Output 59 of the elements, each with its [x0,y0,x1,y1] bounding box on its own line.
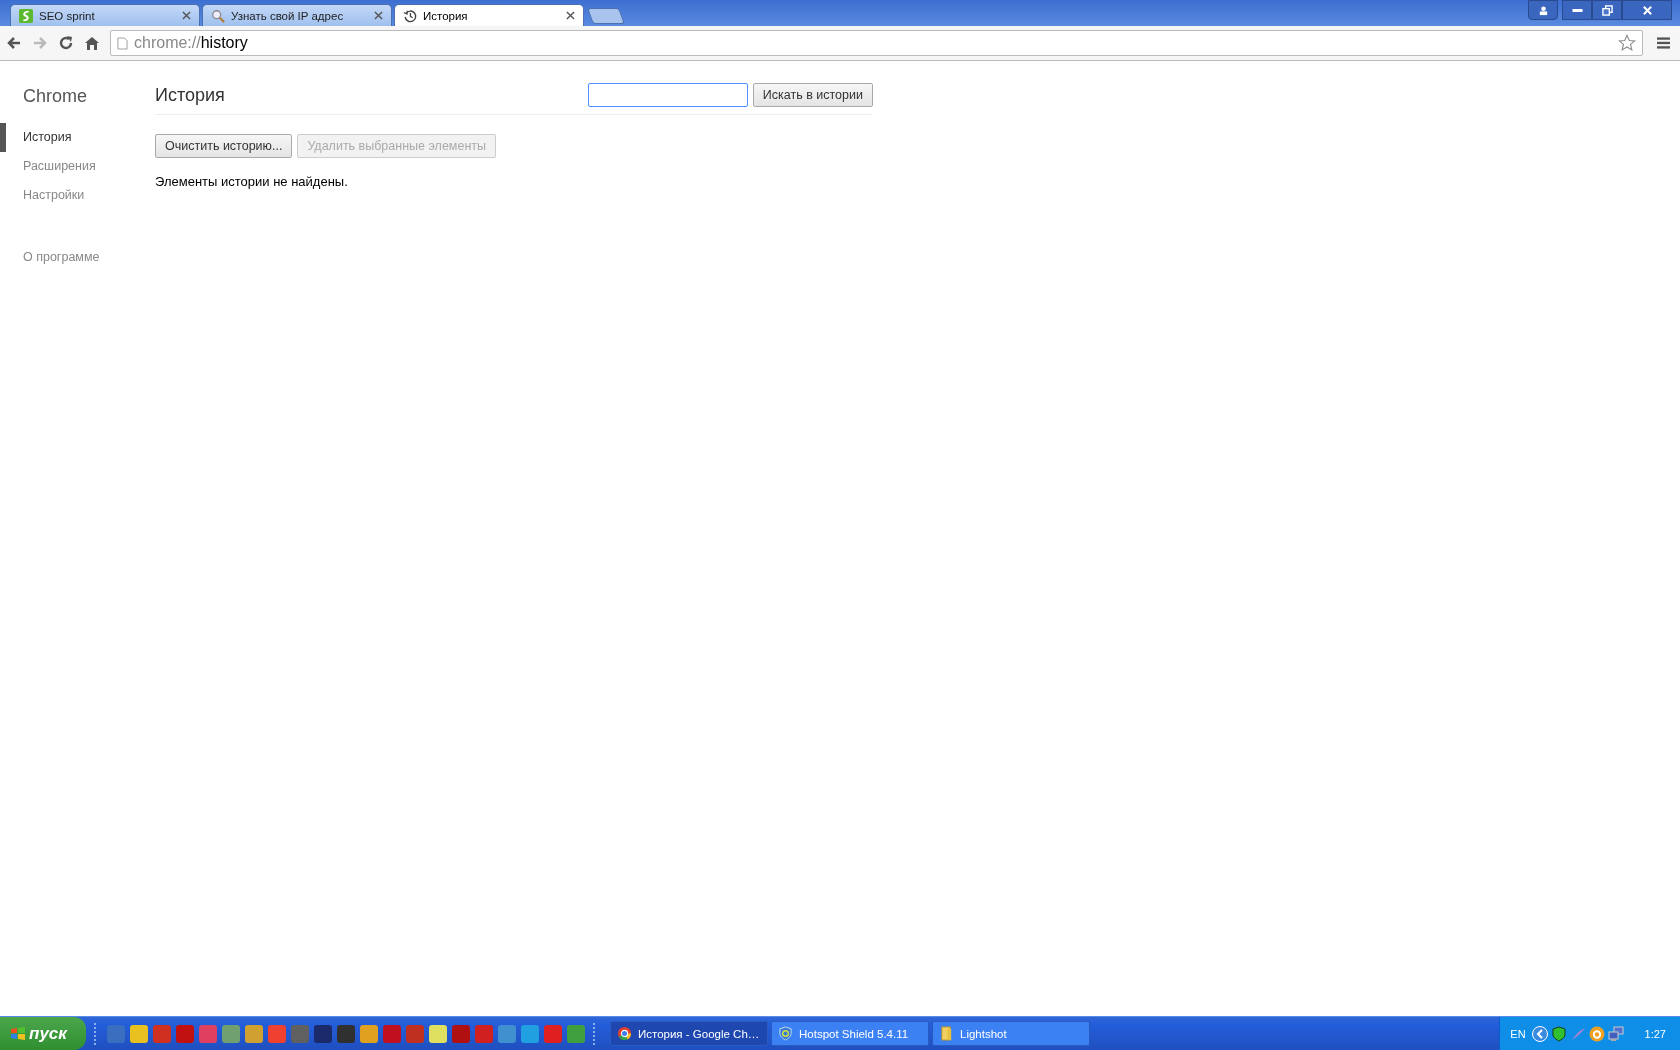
app-shortcut-icon[interactable] [222,1024,240,1043]
sidebar-title: Chrome [22,86,89,107]
app-shortcut-icon[interactable] [245,1024,263,1043]
back-arrow-icon[interactable] [6,35,22,51]
network-computers-icon[interactable] [1607,1025,1624,1042]
close-icon[interactable] [182,11,191,20]
windows-logo-icon [10,1025,26,1042]
taskbar-window-button[interactable]: Lightshot [932,1021,1090,1046]
search-field[interactable] [587,83,748,107]
app-shortcut-icon[interactable] [521,1024,539,1043]
app-shortcut-icon[interactable] [130,1024,148,1043]
minimize-icon [1571,8,1583,12]
reload-icon[interactable] [58,35,74,51]
home-icon[interactable] [84,35,100,51]
chevron-left-icon[interactable] [1531,1025,1548,1042]
url-text: chrome://history [134,34,249,52]
new-tab-button[interactable] [587,8,625,24]
browser-tab[interactable]: SEO sprint [10,4,200,26]
page-title: История [155,84,225,106]
browser-tab[interactable]: Узнать свой IP адрес [202,4,392,26]
clear-history-button[interactable]: Очистить историю... [155,134,293,158]
site-logo-icon [19,8,33,23]
profile-button[interactable] [1528,0,1558,20]
shield-icon [778,1026,793,1041]
restore-button[interactable] [1592,0,1622,20]
app-shortcut-icon[interactable] [567,1024,585,1043]
browser-tab[interactable]: История [394,4,584,26]
search-button[interactable]: Искать в истории [752,83,873,107]
app-shortcut-icon[interactable] [337,1024,355,1043]
search-icon [211,8,225,23]
sidebar-item[interactable]: Расширения [0,152,155,181]
app-shortcut-icon[interactable] [498,1024,516,1043]
about-link[interactable]: О программе [0,250,155,264]
history-icon [403,8,417,23]
browser-logo-icon [617,1026,632,1041]
shield-icon[interactable] [1550,1025,1567,1042]
page-icon [117,36,128,50]
sidebar-item[interactable]: Настройки [0,181,155,210]
folder-icon [939,1026,954,1041]
close-icon[interactable] [566,11,575,20]
app-shortcut-icon[interactable] [429,1024,447,1043]
app-shortcut-icon[interactable] [360,1024,378,1043]
circle-logo-icon[interactable] [1588,1025,1605,1042]
forward-arrow-icon[interactable] [32,35,48,51]
start-button[interactable]: пуск [0,1017,86,1050]
restore-icon [1601,4,1613,16]
person-icon [1537,4,1549,16]
app-shortcut-icon[interactable] [314,1024,332,1043]
address-bar[interactable]: chrome://history [110,30,1643,56]
menu-icon[interactable] [1657,37,1670,49]
minimize-button[interactable] [1562,0,1592,20]
close-icon[interactable] [374,11,383,20]
star-icon[interactable] [1618,34,1636,52]
close-icon [1641,4,1653,16]
close-button[interactable] [1622,0,1672,20]
clock: 1:27 [1644,1027,1666,1040]
empty-message: Элементы истории не найдены. [155,174,349,189]
taskbar-window-button[interactable]: Hotspot Shield 5.4.11 [771,1021,929,1046]
taskbar-window-button[interactable]: История - Google Ch… [610,1021,768,1046]
